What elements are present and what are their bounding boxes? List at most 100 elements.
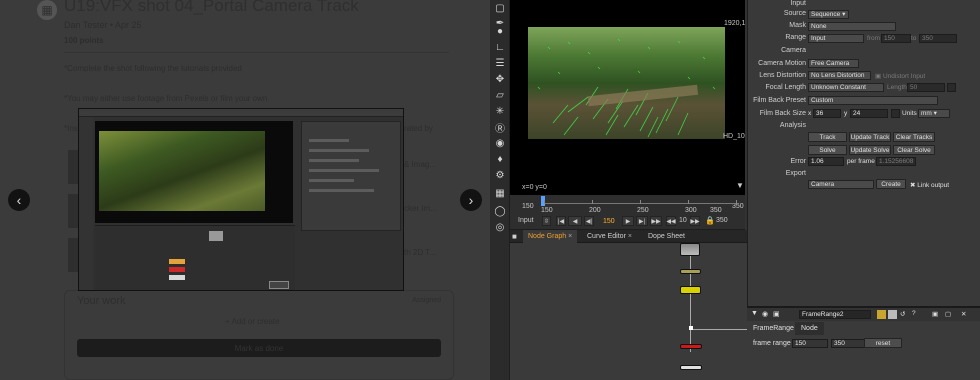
film-y-field[interactable]: 24 [850, 109, 888, 118]
other-tool-icon[interactable]: ▦ [493, 186, 507, 200]
transform-tool-icon[interactable]: ✥ [493, 72, 507, 86]
export-section-label: Export [785, 170, 806, 177]
cara-tool-icon[interactable]: ◎ [493, 220, 507, 234]
tick [688, 200, 689, 204]
camera-motion-dropdown[interactable]: Free Camera [808, 59, 859, 68]
revert-icon[interactable]: ↺ [900, 310, 905, 318]
views-tool-icon[interactable]: ◉ [493, 136, 507, 150]
viewer-menu-icon[interactable]: ▼ [736, 181, 744, 190]
reset-button[interactable]: reset [864, 338, 902, 348]
viewer[interactable]: 1920,1 HD_10 x=0 y=0 ▼ [510, 0, 745, 195]
node[interactable] [680, 269, 701, 274]
node [269, 281, 289, 289]
create-button[interactable]: Create [876, 179, 906, 189]
next-button[interactable]: › [460, 189, 482, 211]
next-frame-button[interactable]: ▶| [636, 216, 648, 226]
add-or-create-button[interactable]: + Add or create [225, 317, 279, 326]
node[interactable] [680, 344, 702, 349]
export-dropdown[interactable]: Camera [808, 180, 874, 189]
panel-menu-icon[interactable]: ■ [512, 230, 521, 243]
film-back-link-button[interactable] [891, 109, 900, 118]
camera-tracker-node[interactable] [680, 286, 701, 294]
step-value-field[interactable]: 10 [679, 217, 687, 224]
tab-curve-editor[interactable]: Curve Editor × [582, 230, 637, 243]
clear-tracks-button[interactable]: Clear Tracks [893, 132, 935, 142]
jump-forward-button[interactable]: ▶▶ [690, 216, 700, 226]
tab-node-graph[interactable]: Node Graph × [523, 230, 578, 243]
help-icon[interactable]: ? [912, 310, 916, 317]
tab-node[interactable]: Node [795, 322, 824, 335]
per-frame-field[interactable]: 1.15256608 [876, 157, 916, 166]
prev-key-button[interactable]: ◀| [584, 216, 594, 226]
collapse-icon[interactable]: ▼ [751, 310, 758, 317]
update-track-button[interactable]: Update Track [849, 132, 891, 142]
attachment-title-2[interactable]: cker Im... [404, 204, 437, 213]
last-frame-field[interactable]: 350 [831, 339, 867, 348]
merge-tool-icon[interactable]: ☰ [493, 56, 507, 70]
furnace-tool-icon[interactable]: ◯ [493, 204, 507, 218]
tab-dope-sheet[interactable]: Dope Sheet [643, 230, 690, 243]
solve-button[interactable]: Solve [808, 145, 847, 155]
link-output-checkbox[interactable]: ✖ Link output [910, 181, 949, 189]
classroom-page: ▦ U19:VFX shot 04_Portal Camera Track Da… [0, 0, 490, 380]
length-field[interactable]: 50 [907, 83, 945, 92]
node-name-field[interactable]: FrameRange2 [799, 310, 871, 319]
node-color-swatch[interactable] [877, 310, 886, 319]
maximize-icon[interactable]: ▢ [945, 310, 951, 318]
close-icon[interactable]: × [628, 233, 632, 240]
mark-as-done-button[interactable]: Mark as done [77, 339, 441, 357]
jump-back-button[interactable]: ◀◀ [666, 216, 676, 226]
play-button[interactable]: ▶ [622, 216, 634, 226]
deep-tool-icon[interactable]: Ⓡ [493, 120, 507, 135]
particles-tool-icon[interactable]: ✳ [493, 104, 507, 118]
film-back-preset-dropdown[interactable]: Custom [808, 96, 938, 105]
channel-tool-icon[interactable]: ∟ [493, 40, 507, 54]
node[interactable] [680, 365, 702, 370]
last-frame-button[interactable]: ▶▶ [650, 216, 662, 226]
clear-solve-button[interactable]: Clear Solve [893, 145, 935, 155]
from-field[interactable]: 150 [881, 34, 911, 43]
units-value: mm [921, 110, 932, 117]
length-animation-button[interactable] [947, 83, 956, 92]
range-dropdown[interactable]: Input [808, 34, 864, 43]
node-graph[interactable] [510, 243, 747, 380]
float-panel-icon[interactable]: ▣ [932, 310, 938, 318]
metadata-tool-icon[interactable]: ♦ [493, 152, 507, 166]
attachment-title-3[interactable]: th 2D T... [404, 248, 436, 257]
update-solve-button[interactable]: Update Solve [849, 145, 891, 155]
first-frame-field[interactable]: 150 [792, 339, 828, 348]
film-x-field[interactable]: 36 [813, 109, 841, 118]
end-frame-field[interactable]: 350 [716, 217, 728, 224]
input-dropdown[interactable]: ⇳ [542, 216, 551, 226]
read-node[interactable] [680, 243, 700, 256]
track-button[interactable]: Track [808, 132, 847, 142]
close-icon[interactable]: × [568, 233, 572, 240]
close-icon[interactable]: ✕ [961, 310, 966, 318]
toolsets-tool-icon[interactable]: ⚙ [493, 168, 507, 182]
source-dropdown[interactable]: Sequence ▾ [808, 10, 849, 19]
undistort-input-checkbox[interactable]: ▣ Undistort Input [875, 72, 925, 80]
node-color-swatch[interactable] [888, 310, 897, 319]
tick [544, 200, 545, 204]
current-frame-field[interactable]: 150 [603, 218, 615, 225]
dot-node[interactable] [689, 326, 693, 330]
tab-frame-range[interactable]: FrameRange [753, 325, 794, 332]
node-info-icon[interactable]: ▣ [773, 310, 780, 318]
format-label: HD_10 [723, 133, 745, 140]
3d-tool-icon[interactable]: ▱ [493, 88, 507, 102]
first-frame-button[interactable]: |◀ [556, 216, 566, 226]
attachment-title-1[interactable]: & Imag... [404, 160, 436, 169]
previous-button[interactable]: ‹ [8, 189, 30, 211]
lock-icon[interactable]: 🔒 [705, 216, 715, 225]
error-field[interactable]: 1.06 [808, 157, 844, 166]
assignment-subtitle: Dan Tester • Apr 25 [64, 20, 142, 30]
prev-frame-button[interactable]: ◀ [568, 216, 582, 226]
focal-length-dropdown[interactable]: Unknown Constant [808, 83, 884, 92]
mask-dropdown[interactable]: None [808, 22, 896, 31]
node-color-icon[interactable]: ◉ [762, 310, 768, 318]
to-field[interactable]: 350 [919, 34, 957, 43]
image-tool-icon[interactable]: ▢ [493, 1, 507, 15]
units-dropdown[interactable]: mm ▾ [918, 109, 950, 118]
lens-distortion-dropdown[interactable]: No Lens Distortion [808, 71, 871, 80]
color-tool-icon[interactable]: ● [493, 24, 507, 38]
